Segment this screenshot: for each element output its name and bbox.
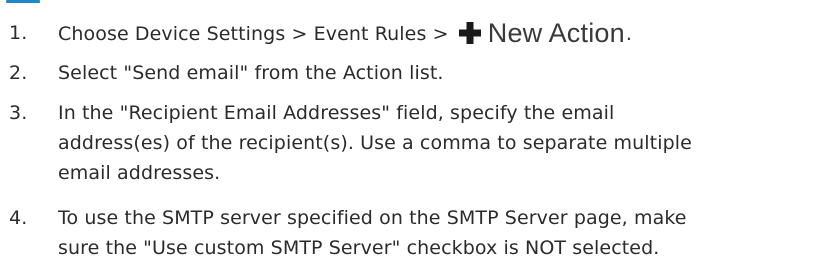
step-text: Select "Send email" from the Action list… bbox=[58, 62, 444, 84]
step-number: 4. bbox=[9, 207, 28, 229]
step-3-line-2: address(es) of the recipient(s). Use a c… bbox=[58, 132, 692, 154]
step-3-line-1: In the "Recipient Email Addresses" field… bbox=[58, 102, 615, 124]
step-number: 2. bbox=[9, 62, 28, 84]
step-4-line-1: To use the SMTP server specified on the … bbox=[58, 207, 687, 229]
plus-icon bbox=[458, 22, 481, 44]
step-1-period: . bbox=[625, 23, 632, 45]
step-text: To use the SMTP server specified on the … bbox=[58, 203, 828, 263]
new-action-label: New Action bbox=[487, 18, 625, 48]
section-heading-fragment bbox=[0, 0, 120, 6]
step-number: 3. bbox=[9, 102, 28, 124]
step-text: In the "Recipient Email Addresses" field… bbox=[58, 98, 828, 188]
step-4-line-2: sure the "Use custom SMTP Server" checkb… bbox=[58, 237, 660, 259]
step-text: Choose Device Settings > Event Rules > N… bbox=[58, 18, 828, 49]
new-action-button[interactable]: New Action bbox=[458, 18, 625, 48]
step-1-text: Choose Device Settings > Event Rules > bbox=[58, 23, 449, 45]
step-number: 1. bbox=[9, 22, 28, 44]
step-3-line-3: email addresses. bbox=[58, 162, 221, 184]
